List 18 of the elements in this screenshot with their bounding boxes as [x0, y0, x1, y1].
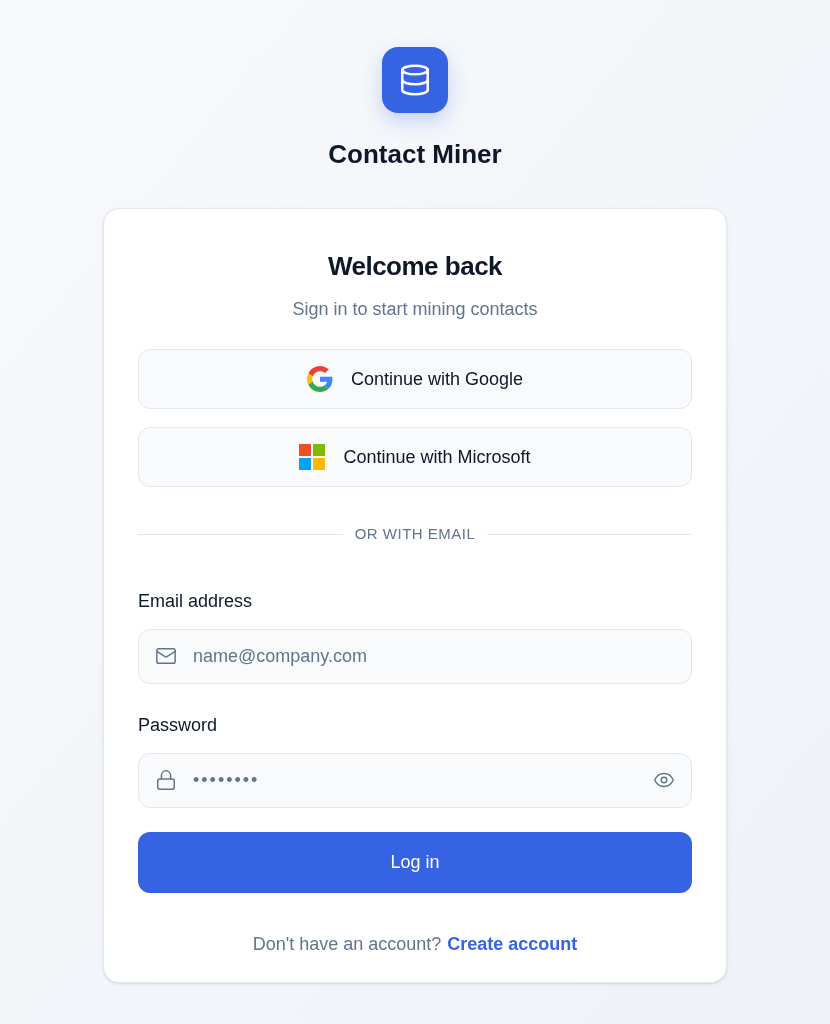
lock-icon [155, 769, 177, 791]
card-title: Welcome back [327, 250, 503, 283]
divider-label: OR WITH EMAIL [354, 524, 476, 544]
sign-in-provider-button[interactable]: Continue with Google [138, 349, 692, 409]
create-account-link[interactable]: Create account [447, 930, 578, 958]
microsoft-logo-icon [299, 444, 326, 470]
field-label: Password [138, 713, 219, 737]
app-name: Contact Miner [328, 138, 502, 171]
field-label: Email address [138, 589, 254, 613]
app-logo-icon [382, 47, 448, 113]
google-logo-icon [306, 366, 333, 392]
password-field[interactable]: •••••••• [138, 752, 692, 808]
footer-text: Don't have an account? [252, 932, 442, 956]
mail-icon [155, 645, 177, 667]
login-button[interactable]: Log in [138, 831, 692, 893]
email-field[interactable]: name@company.com [138, 628, 692, 684]
card-subtitle: Sign in to start mining contacts [292, 298, 538, 321]
sign-in-provider-button[interactable]: Continue with Microsoft [138, 427, 692, 487]
